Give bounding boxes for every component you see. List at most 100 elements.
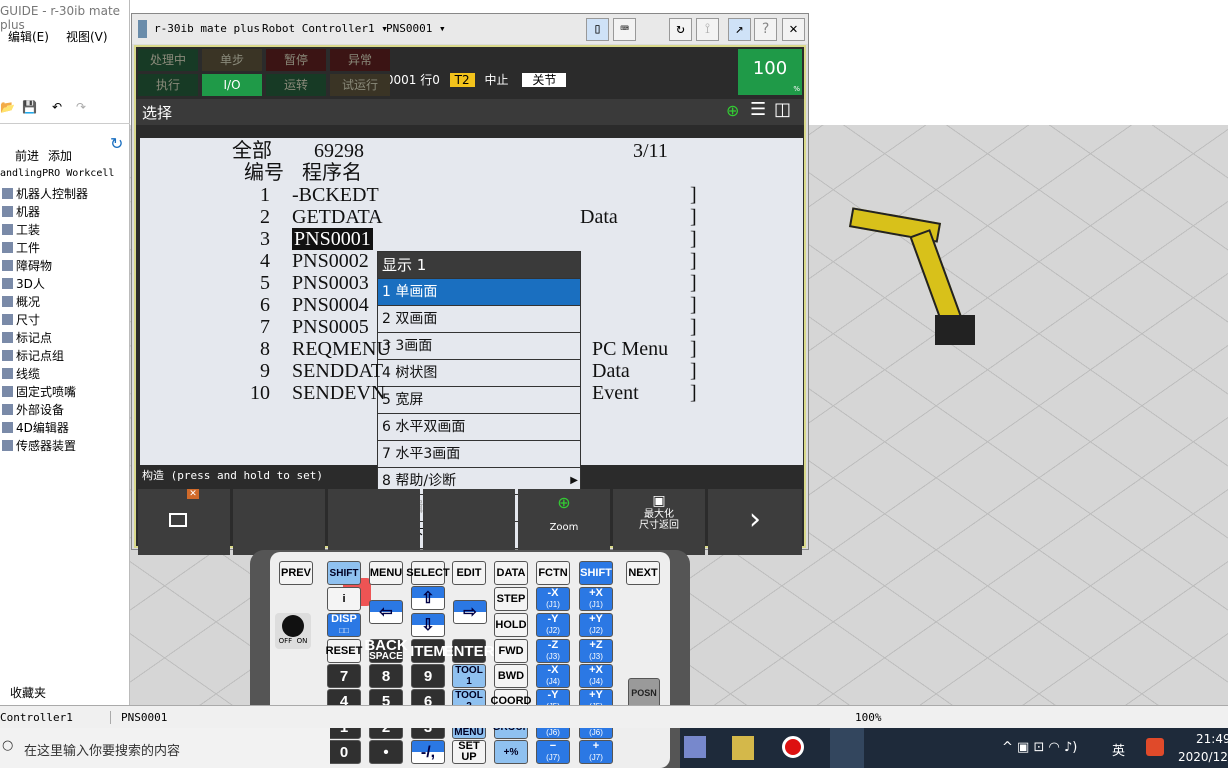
key-fctn[interactable]: FCTN: [536, 561, 570, 585]
key-prev[interactable]: PREV: [279, 561, 313, 585]
app-icon-roboguide[interactable]: [732, 736, 754, 760]
list-icon[interactable]: ☰: [750, 99, 766, 120]
tree-item[interactable]: 工装: [2, 221, 40, 238]
tree-item[interactable]: 传感器装置: [2, 437, 76, 454]
undo-icon[interactable]: ↶: [52, 100, 62, 114]
key-+[interactable]: +%: [494, 740, 528, 764]
close-icon[interactable]: ✕: [782, 18, 805, 41]
app-icon-1[interactable]: [684, 736, 706, 758]
program-name[interactable]: PNS0005: [292, 316, 369, 338]
program-name[interactable]: GETDATA: [292, 206, 383, 228]
key-key[interactable]: ⇨: [453, 600, 487, 624]
f1-close-window-button[interactable]: ✕: [138, 489, 230, 555]
favorites-tab[interactable]: 收藏夹: [10, 684, 46, 701]
key-i[interactable]: i: [327, 587, 361, 611]
menu-view[interactable]: 视图(V): [66, 28, 108, 45]
key--x-j4[interactable]: -X (J4): [536, 664, 570, 688]
key-key[interactable]: ⇧: [411, 586, 445, 610]
menu-item[interactable]: 3 3画面: [378, 332, 580, 359]
enable-switch[interactable]: OFF ON: [275, 613, 311, 649]
pendant-view-icon[interactable]: ▯: [586, 18, 609, 41]
program-name[interactable]: REQMENU: [292, 338, 391, 360]
key-key[interactable]: ⇩: [411, 613, 445, 637]
key-0[interactable]: 0: [327, 740, 361, 764]
keyboard-icon[interactable]: ⌨: [613, 18, 636, 41]
key-edit[interactable]: EDIT: [452, 561, 486, 585]
zoom-in-icon[interactable]: ⊕: [726, 101, 739, 120]
redo-icon[interactable]: ↷: [76, 100, 86, 114]
refresh-icon[interactable]: ↻: [669, 18, 692, 41]
tree-item[interactable]: 尺寸: [2, 311, 40, 328]
key-tool-1[interactable]: TOOL 1: [452, 664, 486, 688]
layout-icon[interactable]: ◫: [774, 99, 791, 120]
menu-item[interactable]: 5 宽屏: [378, 386, 580, 413]
f5-zoom-button[interactable]: ⊕ Zoom: [518, 489, 610, 555]
key-menu[interactable]: MENU: [369, 561, 403, 585]
key-+z-j3[interactable]: +Z (J3): [579, 639, 613, 663]
program-name[interactable]: -BCKEDT: [292, 184, 379, 206]
tree-item[interactable]: 4D编辑器: [2, 419, 69, 436]
help-icon[interactable]: ?: [754, 18, 777, 41]
program-name[interactable]: SENDEVN: [292, 382, 385, 404]
menu-edit[interactable]: 编辑(E): [8, 28, 49, 45]
tree-item[interactable]: 机器人控制器: [2, 185, 88, 202]
robot-icon[interactable]: ⟟: [696, 18, 719, 41]
key-posn[interactable]: POSN: [628, 678, 660, 708]
tree-item[interactable]: 3D人: [2, 275, 45, 292]
program-name[interactable]: PNS0003: [292, 272, 369, 294]
sogou-icon[interactable]: [1146, 738, 1164, 756]
menu-item[interactable]: 1 单画面: [378, 278, 580, 305]
key-enter[interactable]: ENTER: [444, 639, 494, 663]
open-icon[interactable]: 📂: [0, 100, 15, 114]
program-name[interactable]: PNS0002: [292, 250, 369, 272]
ime-indicator[interactable]: 英: [1112, 740, 1125, 759]
key-set-up[interactable]: SET UP: [452, 740, 486, 764]
key-7[interactable]: 7: [327, 664, 361, 688]
forward-button[interactable]: 前进: [15, 147, 39, 164]
key-+y-j2[interactable]: +Y (J2): [579, 613, 613, 637]
tree-item[interactable]: 固定式喷嘴: [2, 383, 76, 400]
key-+x-j4[interactable]: +X (J4): [579, 664, 613, 688]
key-select[interactable]: SELECT: [406, 561, 450, 585]
key-key[interactable]: •: [369, 740, 403, 764]
tree-item[interactable]: 工件: [2, 239, 40, 256]
tree-item[interactable]: 外部设备: [2, 401, 64, 418]
f6-maximize-button[interactable]: ▣ 最大化 尺寸返回: [613, 489, 705, 555]
f3-button[interactable]: [328, 489, 420, 555]
program-name[interactable]: PNS0004: [292, 294, 369, 316]
f4-button[interactable]: [423, 489, 515, 555]
tree-root[interactable]: andlingPRO Workcell: [0, 168, 114, 179]
f2-button[interactable]: [233, 489, 325, 555]
key-next[interactable]: NEXT: [626, 561, 660, 585]
menu-item[interactable]: 7 水平3画面: [378, 440, 580, 467]
key--z-j3[interactable]: -Z (J3): [536, 639, 570, 663]
key-fwd[interactable]: FWD: [494, 639, 528, 663]
menu-item[interactable]: 2 双画面: [378, 305, 580, 332]
clock-time[interactable]: 21:49: [1196, 732, 1228, 746]
key-reset[interactable]: RESET: [326, 639, 362, 663]
key-step[interactable]: STEP: [494, 587, 528, 611]
tree-item[interactable]: 标记点: [2, 329, 52, 346]
clock-date[interactable]: 2020/12/: [1178, 750, 1228, 764]
next-page-button[interactable]: ›: [708, 489, 802, 555]
program-name[interactable]: PNS0001: [292, 228, 373, 250]
menu-item[interactable]: 6 水平双画面: [378, 413, 580, 440]
key-bwd[interactable]: BWD: [494, 664, 528, 688]
key--y-j2[interactable]: -Y (J2): [536, 613, 570, 637]
popout-icon[interactable]: ↗: [728, 18, 751, 41]
key-data[interactable]: DATA: [494, 561, 528, 585]
key-key[interactable]: ⇦: [369, 600, 403, 624]
tree-item[interactable]: 概况: [2, 293, 40, 310]
key-back-space[interactable]: BACK SPACE: [364, 638, 408, 663]
key-shift[interactable]: SHIFT: [579, 561, 613, 585]
record-icon[interactable]: [782, 736, 804, 758]
key-hold[interactable]: HOLD: [494, 613, 528, 637]
override-display[interactable]: 100 %: [738, 49, 802, 95]
program-dropdown[interactable]: PNS0001 ▾: [386, 22, 446, 35]
robot-model[interactable]: [848, 207, 1000, 355]
key-disp-[interactable]: DISP □□: [327, 613, 361, 637]
tree-item[interactable]: 机器: [2, 203, 40, 220]
save-icon[interactable]: 💾: [22, 100, 37, 114]
key--j7[interactable]: − (J7): [536, 740, 570, 764]
menu-item[interactable]: 4 树状图: [378, 359, 580, 386]
